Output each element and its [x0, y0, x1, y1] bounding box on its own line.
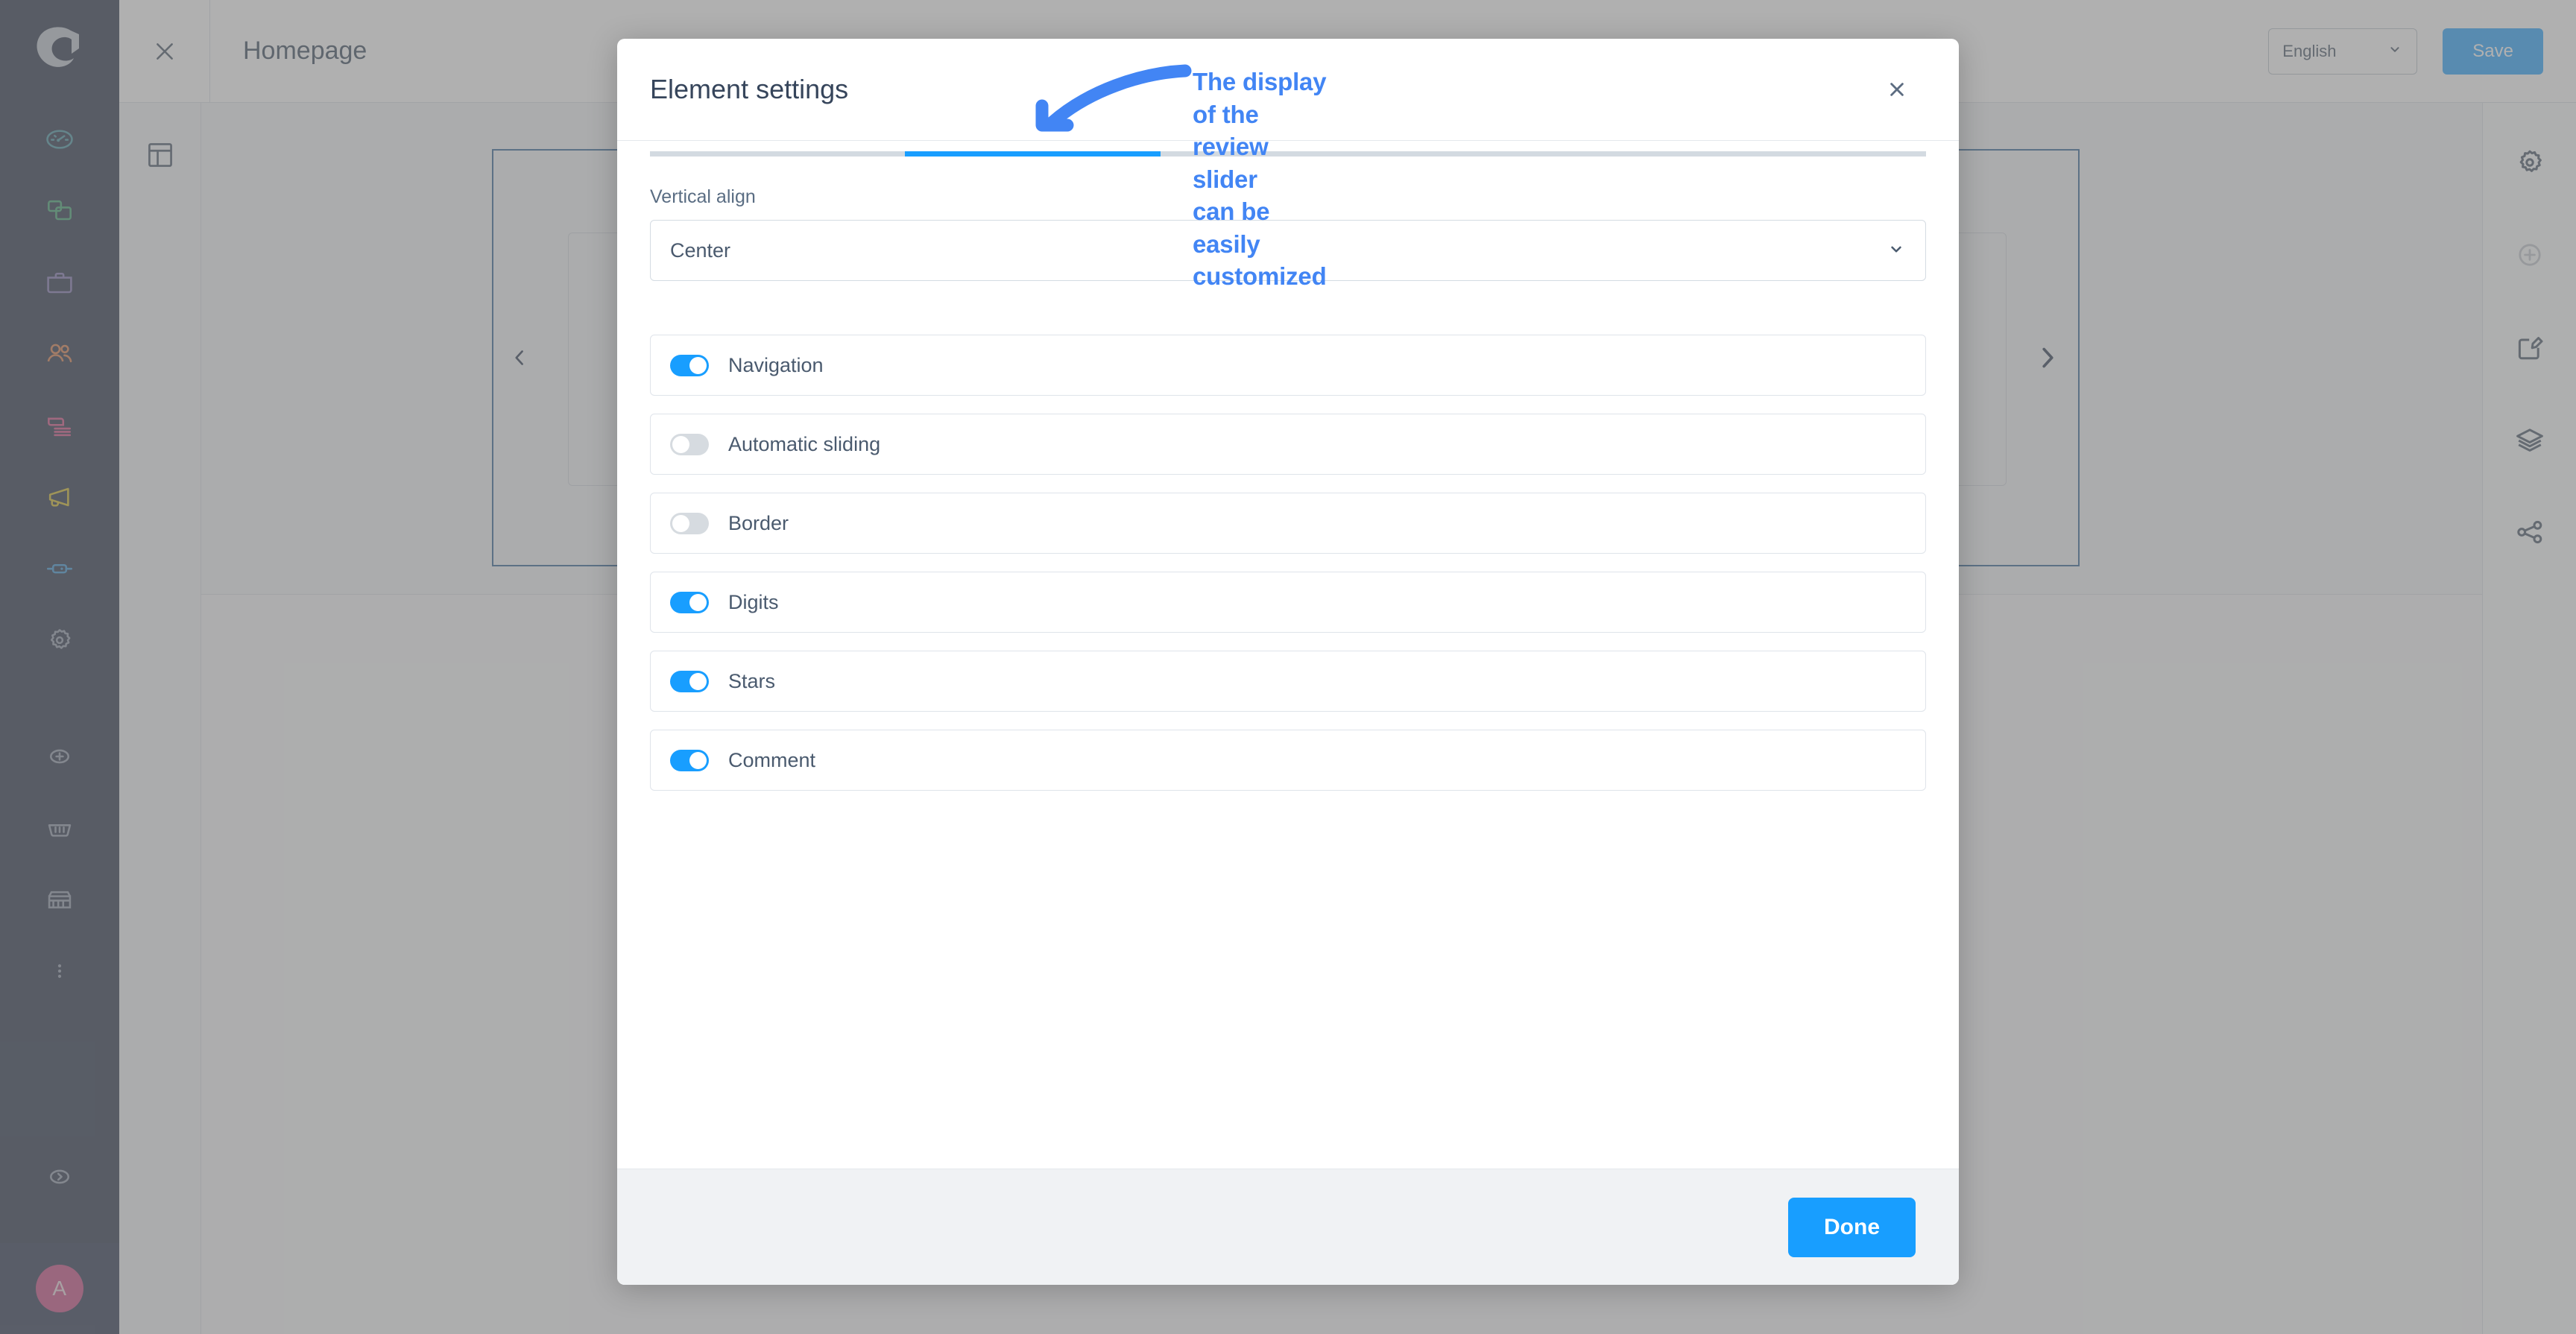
tabs-underline-track — [650, 151, 1926, 157]
sidebar-item-orders[interactable] — [32, 255, 87, 310]
vertical-align-label: Vertical align — [650, 186, 756, 207]
modal-footer: Done — [617, 1169, 1959, 1285]
layout-sections-icon[interactable] — [139, 134, 181, 176]
sidebar-item-basket[interactable] — [32, 800, 87, 856]
tab-segment-2-active[interactable] — [905, 151, 1161, 157]
sidebar-item-customers[interactable] — [32, 326, 87, 382]
toggle-switch-digits[interactable] — [670, 591, 709, 613]
close-x-icon[interactable] — [119, 0, 210, 103]
tab-segment-5[interactable] — [1671, 151, 1926, 157]
add-circle-icon[interactable] — [2503, 228, 2557, 282]
gear-icon[interactable] — [2503, 136, 2557, 189]
toggle-switch-automatic-sliding[interactable] — [670, 433, 709, 455]
topbar-right-controls: English Save — [2268, 28, 2543, 75]
canvas-left-rail — [119, 103, 201, 1334]
right-sidebar — [2482, 103, 2576, 1334]
toggle-row-comment[interactable]: Comment — [650, 730, 1926, 791]
tab-segment-1[interactable] — [650, 151, 905, 157]
sidebar-item-extensions[interactable] — [32, 541, 87, 596]
share-icon[interactable] — [2503, 505, 2557, 559]
chevron-right-icon[interactable] — [2030, 341, 2065, 375]
toggle-label-border: Border — [728, 511, 789, 534]
chevron-down-icon — [2387, 41, 2403, 62]
toggle-label-stars: Stars — [728, 669, 776, 692]
page-title: Homepage — [243, 37, 367, 65]
toggle-row-stars[interactable]: Stars — [650, 651, 1926, 712]
edit-document-icon[interactable] — [2503, 320, 2557, 374]
done-button[interactable]: Done — [1788, 1197, 1916, 1257]
toggle-label-digits: Digits — [728, 590, 779, 613]
sidebar-item-storefront[interactable] — [32, 872, 87, 927]
tab-segment-4[interactable] — [1415, 151, 1670, 157]
sidebar-collapse-toggle[interactable] — [32, 1149, 87, 1204]
element-settings-modal: Element settings Vertical align Center N… — [617, 39, 1959, 1285]
modal-title: Element settings — [650, 74, 849, 104]
tab-segment-3[interactable] — [1161, 151, 1415, 157]
sidebar-item-marketing[interactable] — [32, 470, 87, 525]
chevron-down-icon — [1887, 239, 1906, 262]
avatar[interactable]: A — [36, 1265, 83, 1312]
modal-header: Element settings — [617, 39, 1959, 140]
sidebar-item-add[interactable] — [32, 729, 87, 784]
shopware-logo-icon — [32, 24, 87, 70]
toggle-switch-stars[interactable] — [670, 670, 709, 692]
sidebar-item-settings[interactable] — [32, 613, 87, 668]
vertical-align-value: Center — [670, 238, 731, 262]
toggle-label-navigation: Navigation — [728, 353, 824, 376]
toggle-switch-border[interactable] — [670, 512, 709, 534]
toggle-row-border[interactable]: Border — [650, 493, 1926, 554]
sidebar-item-dashboard[interactable] — [32, 112, 87, 167]
toggle-switch-comment[interactable] — [670, 749, 709, 771]
toggle-row-navigation[interactable]: Navigation — [650, 335, 1926, 396]
user-avatar-area[interactable]: A — [0, 1243, 119, 1334]
modal-body: Vertical align Center Navigation Automat… — [617, 157, 1959, 1169]
sidebar-item-more[interactable] — [32, 943, 87, 999]
left-sidebar: A — [0, 0, 119, 1334]
toggle-label-comment: Comment — [728, 748, 816, 771]
vertical-align-select[interactable]: Center — [650, 220, 1926, 281]
sidebar-item-content[interactable] — [32, 183, 87, 238]
toggle-row-automatic-sliding[interactable]: Automatic sliding — [650, 414, 1926, 475]
language-select-value: English — [2282, 41, 2337, 60]
toggle-label-automatic-sliding: Automatic sliding — [728, 432, 881, 455]
language-select[interactable]: English — [2268, 28, 2418, 75]
sidebar-item-catalogue[interactable] — [32, 398, 87, 453]
modal-tabs — [617, 140, 1959, 157]
save-button[interactable]: Save — [2443, 28, 2543, 75]
layers-icon[interactable] — [2503, 413, 2557, 467]
chevron-left-icon[interactable] — [507, 345, 532, 370]
toggle-switch-navigation[interactable] — [670, 354, 709, 376]
toggle-row-digits[interactable]: Digits — [650, 572, 1926, 633]
close-x-icon[interactable] — [1877, 69, 1917, 110]
